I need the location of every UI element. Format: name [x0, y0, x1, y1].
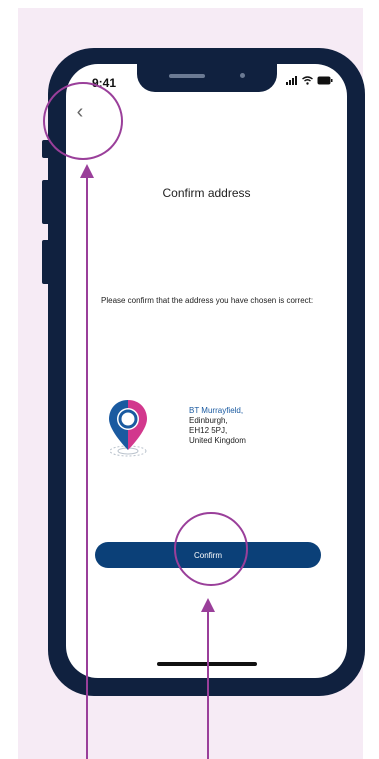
back-button-arrow-line	[86, 176, 88, 759]
confirm-button-arrow-line	[207, 610, 209, 759]
battery-icon	[317, 76, 333, 85]
location-pin-icon	[109, 400, 147, 457]
address-block: BT Murrayfield, Edinburgh, EH12 5PJ, Uni…	[189, 406, 246, 446]
notch	[137, 64, 277, 92]
confirm-button-arrow-head-icon	[201, 598, 215, 612]
address-line-2: EH12 5PJ,	[189, 426, 228, 435]
back-button-arrow-head-icon	[80, 164, 94, 178]
wifi-icon	[302, 76, 313, 85]
address-line-3: United Kingdom	[189, 436, 246, 445]
address-line-1: Edinburgh,	[189, 416, 228, 425]
signal-icon	[286, 76, 297, 85]
speaker-grille	[169, 74, 205, 78]
confirm-prompt: Please confirm that the address you have…	[101, 296, 314, 305]
front-camera	[240, 73, 245, 78]
confirm-button-highlight-circle	[174, 512, 248, 586]
phone-screen: 9:41 ‹ Confirm address Please confirm th…	[66, 64, 347, 678]
page-title: Confirm address	[162, 186, 251, 200]
back-button-highlight-circle	[43, 82, 123, 160]
address-venue: BT Murrayfield,	[189, 406, 244, 415]
status-icons	[286, 76, 333, 85]
